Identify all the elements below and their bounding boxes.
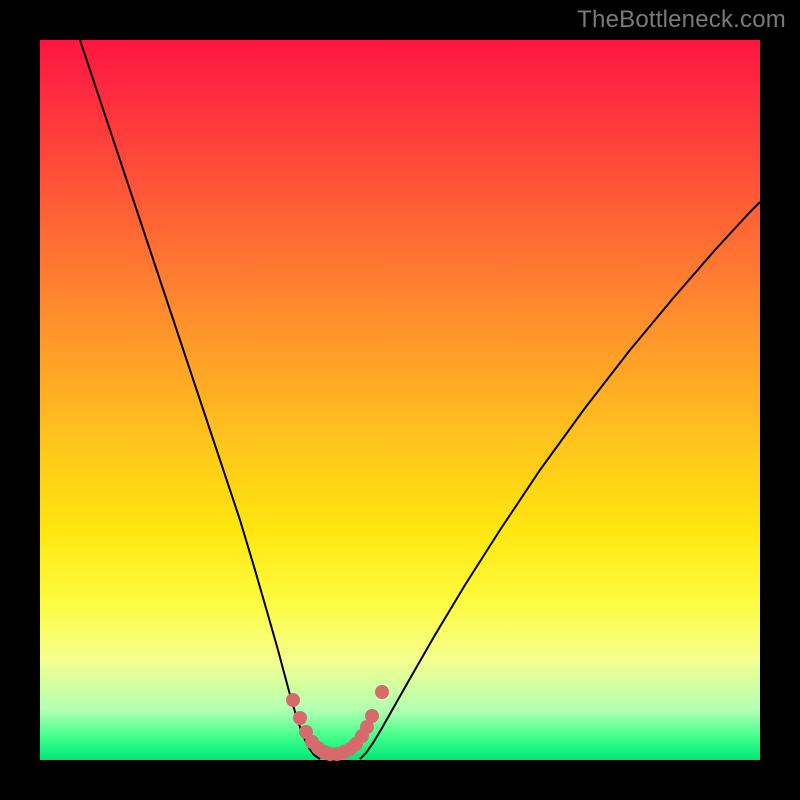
marker-dot <box>365 709 379 723</box>
marker-dot <box>375 685 389 699</box>
curve-svg <box>40 40 760 760</box>
right-curve <box>360 202 760 759</box>
left-curve <box>80 40 320 759</box>
watermark-text: TheBottleneck.com <box>577 6 786 34</box>
plot-area <box>40 40 760 760</box>
marker-dots <box>286 685 389 761</box>
marker-dot <box>286 693 300 707</box>
chart-frame: TheBottleneck.com <box>0 0 800 800</box>
marker-dot <box>293 711 307 725</box>
